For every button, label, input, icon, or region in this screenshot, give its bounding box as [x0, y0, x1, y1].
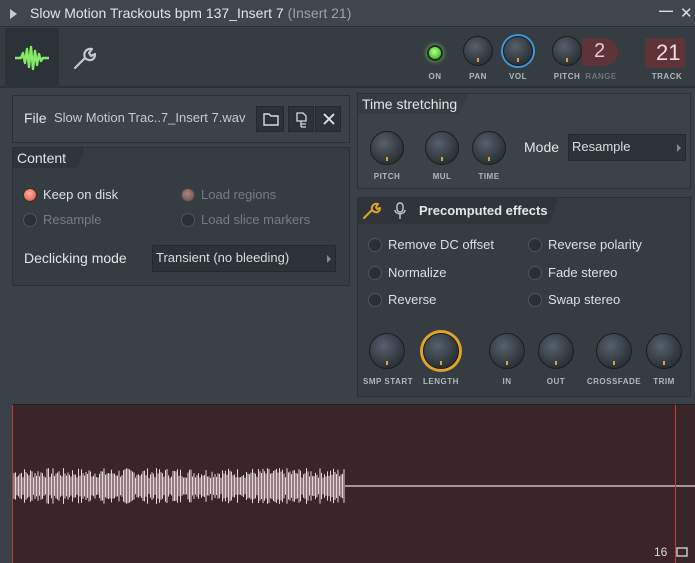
in-knob[interactable] [489, 333, 525, 369]
fit-view-icon[interactable] [675, 546, 689, 558]
track-label: TRACK [651, 72, 683, 81]
pan-knob[interactable] [463, 36, 493, 66]
minimize-button[interactable]: — [659, 2, 673, 18]
precomputed-effects-panel: Precomputed effects Remove DC offset Nor… [357, 197, 691, 397]
folder-icon [263, 113, 279, 126]
start-marker[interactable] [12, 405, 13, 563]
title-bar: Slow Motion Trackouts bpm 137_Insert 7 (… [0, 0, 695, 27]
option-label: Resample [43, 212, 102, 227]
wrench-icon[interactable] [72, 45, 98, 71]
length-label: LENGTH [423, 377, 459, 386]
window-subtitle: (Insert 21) [287, 5, 352, 21]
window-title: Slow Motion Trackouts bpm 137_Insert 7 (… [30, 5, 351, 21]
microphone-icon[interactable] [394, 202, 406, 220]
out-label: OUT [546, 377, 566, 386]
file-name: Slow Motion Trac..7_Insert 7.wav [54, 110, 246, 125]
smp-start-knob[interactable] [369, 333, 405, 369]
waveform-graphic [13, 468, 695, 504]
wrench-icon[interactable] [362, 202, 382, 220]
radio-indicator [368, 293, 382, 307]
menu-arrow-icon[interactable] [10, 9, 17, 19]
effect-label: Reverse [388, 292, 437, 307]
effect-label: Reverse polarity [548, 237, 642, 252]
file-label: File [24, 110, 47, 126]
declicking-mode-label: Declicking mode [24, 250, 127, 266]
ts-time-label: TIME [478, 172, 500, 181]
trim-knob[interactable] [646, 333, 682, 369]
content-header: Content [13, 148, 85, 168]
on-label: ON [428, 72, 442, 81]
mode-select[interactable]: Resample [568, 134, 686, 161]
on-led-button[interactable] [427, 45, 443, 61]
locate-file-button[interactable] [288, 106, 314, 132]
precomputed-effects-title: Precomputed effects [419, 203, 548, 218]
option-label: Keep on disk [43, 187, 119, 202]
vol-knob[interactable] [503, 36, 533, 66]
trim-label: TRIM [653, 377, 675, 386]
zoom-value: 16 [654, 545, 668, 559]
mode-label: Mode [524, 139, 560, 155]
time-stretching-header: Time stretching [358, 94, 470, 114]
pitch-label: PITCH [553, 72, 581, 81]
radio-indicator [368, 238, 382, 252]
waveform-audio [13, 468, 345, 504]
mode-value: Resample [572, 139, 631, 154]
range-value: 2 [594, 40, 606, 62]
ts-pitch-label: PITCH [373, 172, 401, 181]
dropdown-arrow-icon [327, 255, 331, 263]
effect-label: Remove DC offset [388, 237, 494, 252]
waveform-tab[interactable] [5, 28, 59, 88]
track-display[interactable]: 21 [645, 38, 685, 68]
file-panel: File Slow Motion Trac..7_Insert 7.wav [12, 95, 350, 143]
open-folder-button[interactable] [256, 106, 284, 132]
end-marker[interactable] [675, 405, 676, 563]
radio-indicator [181, 213, 195, 227]
content-panel: Content Keep on disk Load regions Resamp… [12, 147, 350, 286]
effect-label: Normalize [388, 265, 447, 280]
radio-indicator [181, 188, 195, 202]
waveform-icon [15, 45, 49, 71]
radio-indicator [528, 293, 542, 307]
effect-label: Fade stereo [548, 265, 618, 280]
radio-indicator [23, 188, 37, 202]
radio-indicator [368, 266, 382, 280]
range-display[interactable]: 2 [582, 38, 618, 66]
close-icon [323, 113, 335, 125]
option-label: Load regions [201, 187, 277, 202]
pan-label: PAN [469, 72, 487, 81]
ts-mul-label: MUL [432, 172, 452, 181]
radio-indicator [528, 266, 542, 280]
length-knob[interactable] [423, 333, 459, 369]
option-label: Load slice markers [201, 212, 311, 227]
waveform-display[interactable] [12, 404, 695, 563]
ts-pitch-knob[interactable] [370, 131, 404, 165]
ts-time-knob[interactable] [472, 131, 506, 165]
ts-mul-knob[interactable] [425, 131, 459, 165]
dropdown-arrow-icon [677, 144, 681, 152]
out-knob[interactable] [538, 333, 574, 369]
precomputed-effects-header: Precomputed effects [358, 198, 558, 224]
crossfade-knob[interactable] [596, 333, 632, 369]
file-tree-icon [296, 112, 307, 128]
pitch-knob[interactable] [552, 36, 582, 66]
time-stretching-panel: Time stretching PITCH MUL TIME Mode Resa… [357, 93, 691, 189]
declicking-mode-value: Transient (no bleeding) [156, 250, 290, 265]
close-button[interactable]: ✕ [680, 4, 693, 22]
clear-file-button[interactable] [315, 106, 341, 132]
radio-indicator [23, 213, 37, 227]
radio-indicator [528, 238, 542, 252]
vol-label: VOL [509, 72, 527, 81]
range-label: RANGE [585, 72, 617, 81]
effect-label: Swap stereo [548, 292, 621, 307]
window-title-text: Slow Motion Trackouts bpm 137_Insert 7 [30, 5, 284, 21]
declicking-mode-select[interactable]: Transient (no bleeding) [152, 245, 336, 272]
smp-start-label: SMP START [363, 377, 413, 386]
track-value: 21 [656, 40, 681, 65]
